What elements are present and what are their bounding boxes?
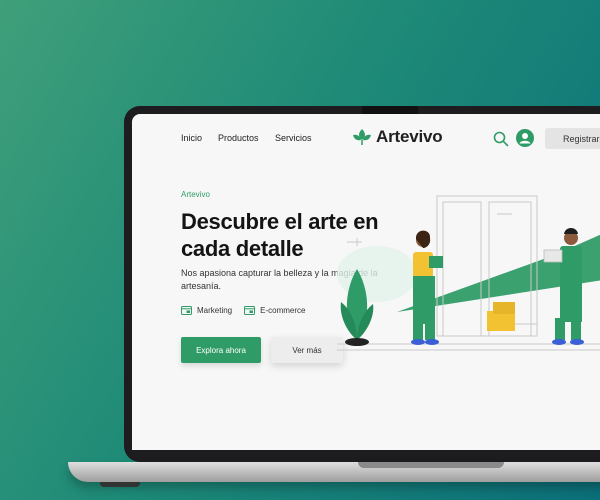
navbar: Inicio Productos Servicios Artevivo Regi…	[132, 114, 600, 162]
explore-button[interactable]: Explora ahora	[181, 337, 261, 363]
tag-marketing: Marketing	[181, 306, 232, 315]
tag-label: E-commerce	[260, 306, 306, 315]
base-groove	[358, 462, 504, 468]
tag-ecommerce: E-commerce	[244, 306, 305, 315]
user-icon	[519, 133, 531, 144]
nav-link-productos[interactable]: Productos	[218, 133, 259, 143]
laptop-base	[68, 462, 600, 482]
website-screen: Inicio Productos Servicios Artevivo Regi…	[132, 114, 600, 450]
brand-logo[interactable]: Artevivo	[352, 127, 443, 147]
laptop-lid: Inicio Productos Servicios Artevivo Regi…	[124, 106, 600, 462]
nav-link-servicios[interactable]: Servicios	[275, 133, 312, 143]
register-button[interactable]: Registrarse	[545, 128, 600, 149]
hero-illustration	[337, 195, 600, 351]
tag-label: Marketing	[197, 306, 233, 315]
window-icon	[244, 306, 256, 315]
nav-link-inicio[interactable]: Inicio	[181, 133, 202, 143]
hero-eyebrow: Artevivo	[181, 190, 210, 199]
logo-text: Artevivo	[376, 127, 443, 146]
search-icon[interactable]	[493, 131, 509, 147]
user-account-button[interactable]	[516, 129, 534, 147]
window-icon	[181, 306, 192, 315]
leaf-logo-icon	[353, 129, 371, 145]
laptop-foot	[100, 482, 140, 487]
tag-list: Marketing E-commerce	[181, 306, 305, 315]
see-more-button[interactable]: Ver más	[271, 337, 343, 363]
